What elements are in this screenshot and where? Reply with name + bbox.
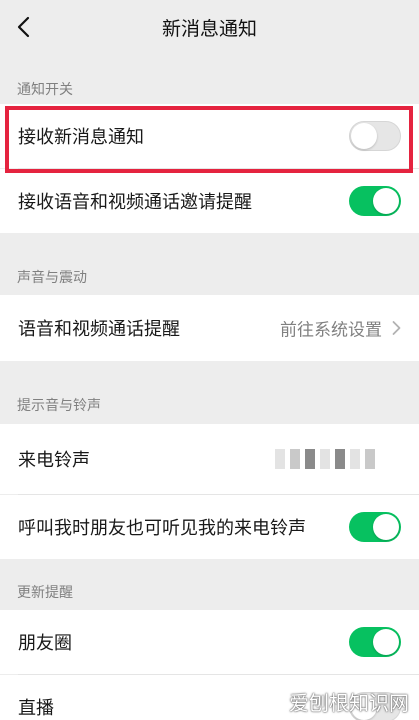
section-ringtone: 提示音与铃声 bbox=[0, 361, 419, 424]
section-label: 通知开关 bbox=[17, 82, 73, 98]
row-label: 接收新消息通知 bbox=[18, 127, 144, 148]
toggle-knob bbox=[373, 188, 399, 214]
row-receive-new-msg: 接收新消息通知 bbox=[0, 104, 419, 168]
section-label: 更新提醒 bbox=[17, 585, 73, 601]
toggle-knob bbox=[373, 514, 399, 540]
friends-hear-ringtone-toggle[interactable] bbox=[349, 512, 401, 542]
toggle-knob bbox=[351, 123, 377, 149]
page-title: 新消息通知 bbox=[161, 18, 257, 40]
nav-right: 前往系统设置 bbox=[280, 316, 401, 341]
section-label: 声音与震动 bbox=[17, 270, 87, 286]
chevron-right-icon bbox=[392, 321, 401, 335]
header: 新消息通知 bbox=[0, 0, 419, 54]
section-sound-vibration: 声音与震动 bbox=[0, 233, 419, 295]
receive-new-msg-toggle[interactable] bbox=[349, 121, 401, 151]
watermark: 爱刨根知识网 bbox=[289, 691, 409, 715]
row-incoming-ringtone[interactable]: 来电铃声 bbox=[0, 424, 419, 494]
receive-av-invite-toggle[interactable] bbox=[349, 186, 401, 216]
section-update-reminder: 更新提醒 bbox=[0, 559, 419, 610]
row-receive-av-invite: 接收语音和视频通话邀请提醒 bbox=[0, 169, 419, 233]
row-label: 接收语音和视频通话邀请提醒 bbox=[18, 192, 252, 213]
row-label: 直播 bbox=[18, 698, 54, 719]
row-label: 呼叫我时朋友也可听见我的来电铃声 bbox=[18, 518, 306, 539]
blurred-ringtone-value bbox=[275, 449, 375, 469]
moments-toggle[interactable] bbox=[349, 627, 401, 657]
row-av-call-reminder[interactable]: 语音和视频通话提醒 前往系统设置 bbox=[0, 295, 419, 361]
row-label: 来电铃声 bbox=[18, 450, 90, 471]
row-moments: 朋友圈 bbox=[0, 610, 419, 674]
section-label: 提示音与铃声 bbox=[17, 398, 101, 414]
row-value: 前往系统设置 bbox=[280, 320, 382, 341]
row-label: 语音和视频通话提醒 bbox=[18, 319, 180, 340]
row-label: 朋友圈 bbox=[18, 633, 72, 654]
section-notify-switch: 通知开关 bbox=[0, 54, 419, 104]
row-friends-hear-ringtone: 呼叫我时朋友也可听见我的来电铃声 bbox=[0, 495, 419, 559]
toggle-knob bbox=[373, 629, 399, 655]
